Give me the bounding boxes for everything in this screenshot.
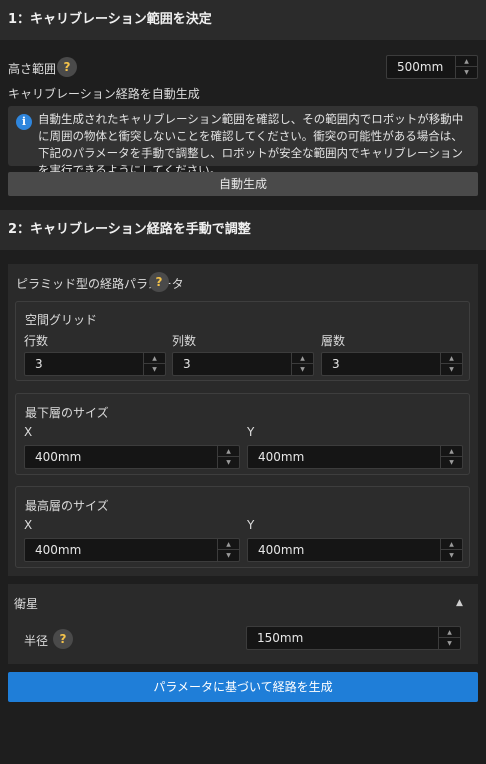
radius-help-icon[interactable]: ? <box>53 629 73 649</box>
layers-label: 層数 <box>321 334 346 348</box>
grid-title: 空間グリッド <box>25 313 98 327</box>
top-x-label: X <box>24 518 33 532</box>
bottom-x-label: X <box>24 425 33 439</box>
increment-icon[interactable]: ▲ <box>456 56 477 67</box>
bottom-y-stepper[interactable]: ▲ ▼ <box>440 446 462 468</box>
bottom-x-value: 400mm <box>35 450 82 464</box>
auto-generate-label: キャリブレーション経路を自動生成 <box>8 87 200 101</box>
generate-path-button[interactable]: パラメータに基づいて経路を生成 <box>8 672 478 702</box>
layers-value: 3 <box>332 357 340 371</box>
radius-stepper[interactable]: ▲ ▼ <box>438 627 460 649</box>
decrement-icon[interactable]: ▼ <box>218 550 239 561</box>
top-y-label: Y <box>247 518 255 532</box>
top-y-value: 400mm <box>258 543 305 557</box>
bottom-size-title: 最下層のサイズ <box>25 406 109 420</box>
section2-header: 2：キャリブレーション経路を手動で調整 <box>0 210 486 250</box>
rows-value: 3 <box>35 357 43 371</box>
decrement-icon[interactable]: ▼ <box>441 364 462 375</box>
increment-icon[interactable]: ▲ <box>218 446 239 457</box>
pyramid-help-icon[interactable]: ? <box>149 272 169 292</box>
increment-icon[interactable]: ▲ <box>144 353 165 364</box>
top-size-group: 最高層のサイズ X Y 400mm ▲ ▼ 400mm ▲ ▼ <box>15 486 470 568</box>
bottom-y-label: Y <box>247 425 255 439</box>
height-range-input[interactable]: 500mm ▲ ▼ <box>386 55 478 79</box>
cols-stepper[interactable]: ▲ ▼ <box>291 353 313 375</box>
increment-icon[interactable]: ▲ <box>441 446 462 457</box>
height-range-label: 高さ範囲 <box>8 62 57 76</box>
info-icon: i <box>16 114 32 130</box>
bottom-y-input[interactable]: 400mm ▲ ▼ <box>247 445 463 469</box>
rows-input[interactable]: 3 ▲ ▼ <box>24 352 166 376</box>
layers-input[interactable]: 3 ▲ ▼ <box>321 352 463 376</box>
increment-icon[interactable]: ▲ <box>439 627 460 638</box>
top-size-title: 最高層のサイズ <box>25 499 109 513</box>
height-range-value: 500mm <box>397 60 444 74</box>
section1-header: 1：キャリブレーション範囲を決定 <box>0 0 486 40</box>
cols-label: 列数 <box>172 334 197 348</box>
height-help-icon[interactable]: ? <box>57 57 77 77</box>
bottom-size-group: 最下層のサイズ X Y 400mm ▲ ▼ 400mm ▲ ▼ <box>15 393 470 475</box>
bottom-y-value: 400mm <box>258 450 305 464</box>
radius-label: 半径 <box>24 634 49 648</box>
info-text: 自動生成されたキャリブレーション範囲を確認し、その範囲内でロボットが移動中に周囲… <box>38 112 464 177</box>
collapse-icon[interactable]: ▲ <box>456 598 463 608</box>
decrement-icon[interactable]: ▼ <box>292 364 313 375</box>
top-x-value: 400mm <box>35 543 82 557</box>
height-range-stepper[interactable]: ▲ ▼ <box>455 56 477 78</box>
top-y-stepper[interactable]: ▲ ▼ <box>440 539 462 561</box>
decrement-icon[interactable]: ▼ <box>456 67 477 78</box>
increment-icon[interactable]: ▲ <box>441 353 462 364</box>
decrement-icon[interactable]: ▼ <box>144 364 165 375</box>
increment-icon[interactable]: ▲ <box>218 539 239 550</box>
bottom-x-input[interactable]: 400mm ▲ ▼ <box>24 445 240 469</box>
pyramid-panel: ピラミッド型の経路パラメータ ? 空間グリッド 行数 列数 層数 3 ▲ ▼ 3… <box>8 264 478 576</box>
top-y-input[interactable]: 400mm ▲ ▼ <box>247 538 463 562</box>
increment-icon[interactable]: ▲ <box>441 539 462 550</box>
rows-label: 行数 <box>24 334 49 348</box>
increment-icon[interactable]: ▲ <box>292 353 313 364</box>
satellite-panel: 衛星 ▲ 半径 ? 150mm ▲ ▼ <box>8 584 478 664</box>
decrement-icon[interactable]: ▼ <box>441 550 462 561</box>
grid-group: 空間グリッド 行数 列数 層数 3 ▲ ▼ 3 ▲ ▼ 3 ▲ ▼ <box>15 301 470 381</box>
radius-input[interactable]: 150mm ▲ ▼ <box>246 626 461 650</box>
rows-stepper[interactable]: ▲ ▼ <box>143 353 165 375</box>
decrement-icon[interactable]: ▼ <box>218 457 239 468</box>
cols-value: 3 <box>183 357 191 371</box>
decrement-icon[interactable]: ▼ <box>441 457 462 468</box>
bottom-x-stepper[interactable]: ▲ ▼ <box>217 446 239 468</box>
radius-value: 150mm <box>257 631 304 645</box>
top-x-stepper[interactable]: ▲ ▼ <box>217 539 239 561</box>
satellite-title: 衛星 <box>14 597 39 611</box>
decrement-icon[interactable]: ▼ <box>439 638 460 649</box>
cols-input[interactable]: 3 ▲ ▼ <box>172 352 314 376</box>
auto-generate-button[interactable]: 自動生成 <box>8 172 478 196</box>
top-x-input[interactable]: 400mm ▲ ▼ <box>24 538 240 562</box>
layers-stepper[interactable]: ▲ ▼ <box>440 353 462 375</box>
info-box: i 自動生成されたキャリブレーション範囲を確認し、その範囲内でロボットが移動中に… <box>8 106 478 177</box>
